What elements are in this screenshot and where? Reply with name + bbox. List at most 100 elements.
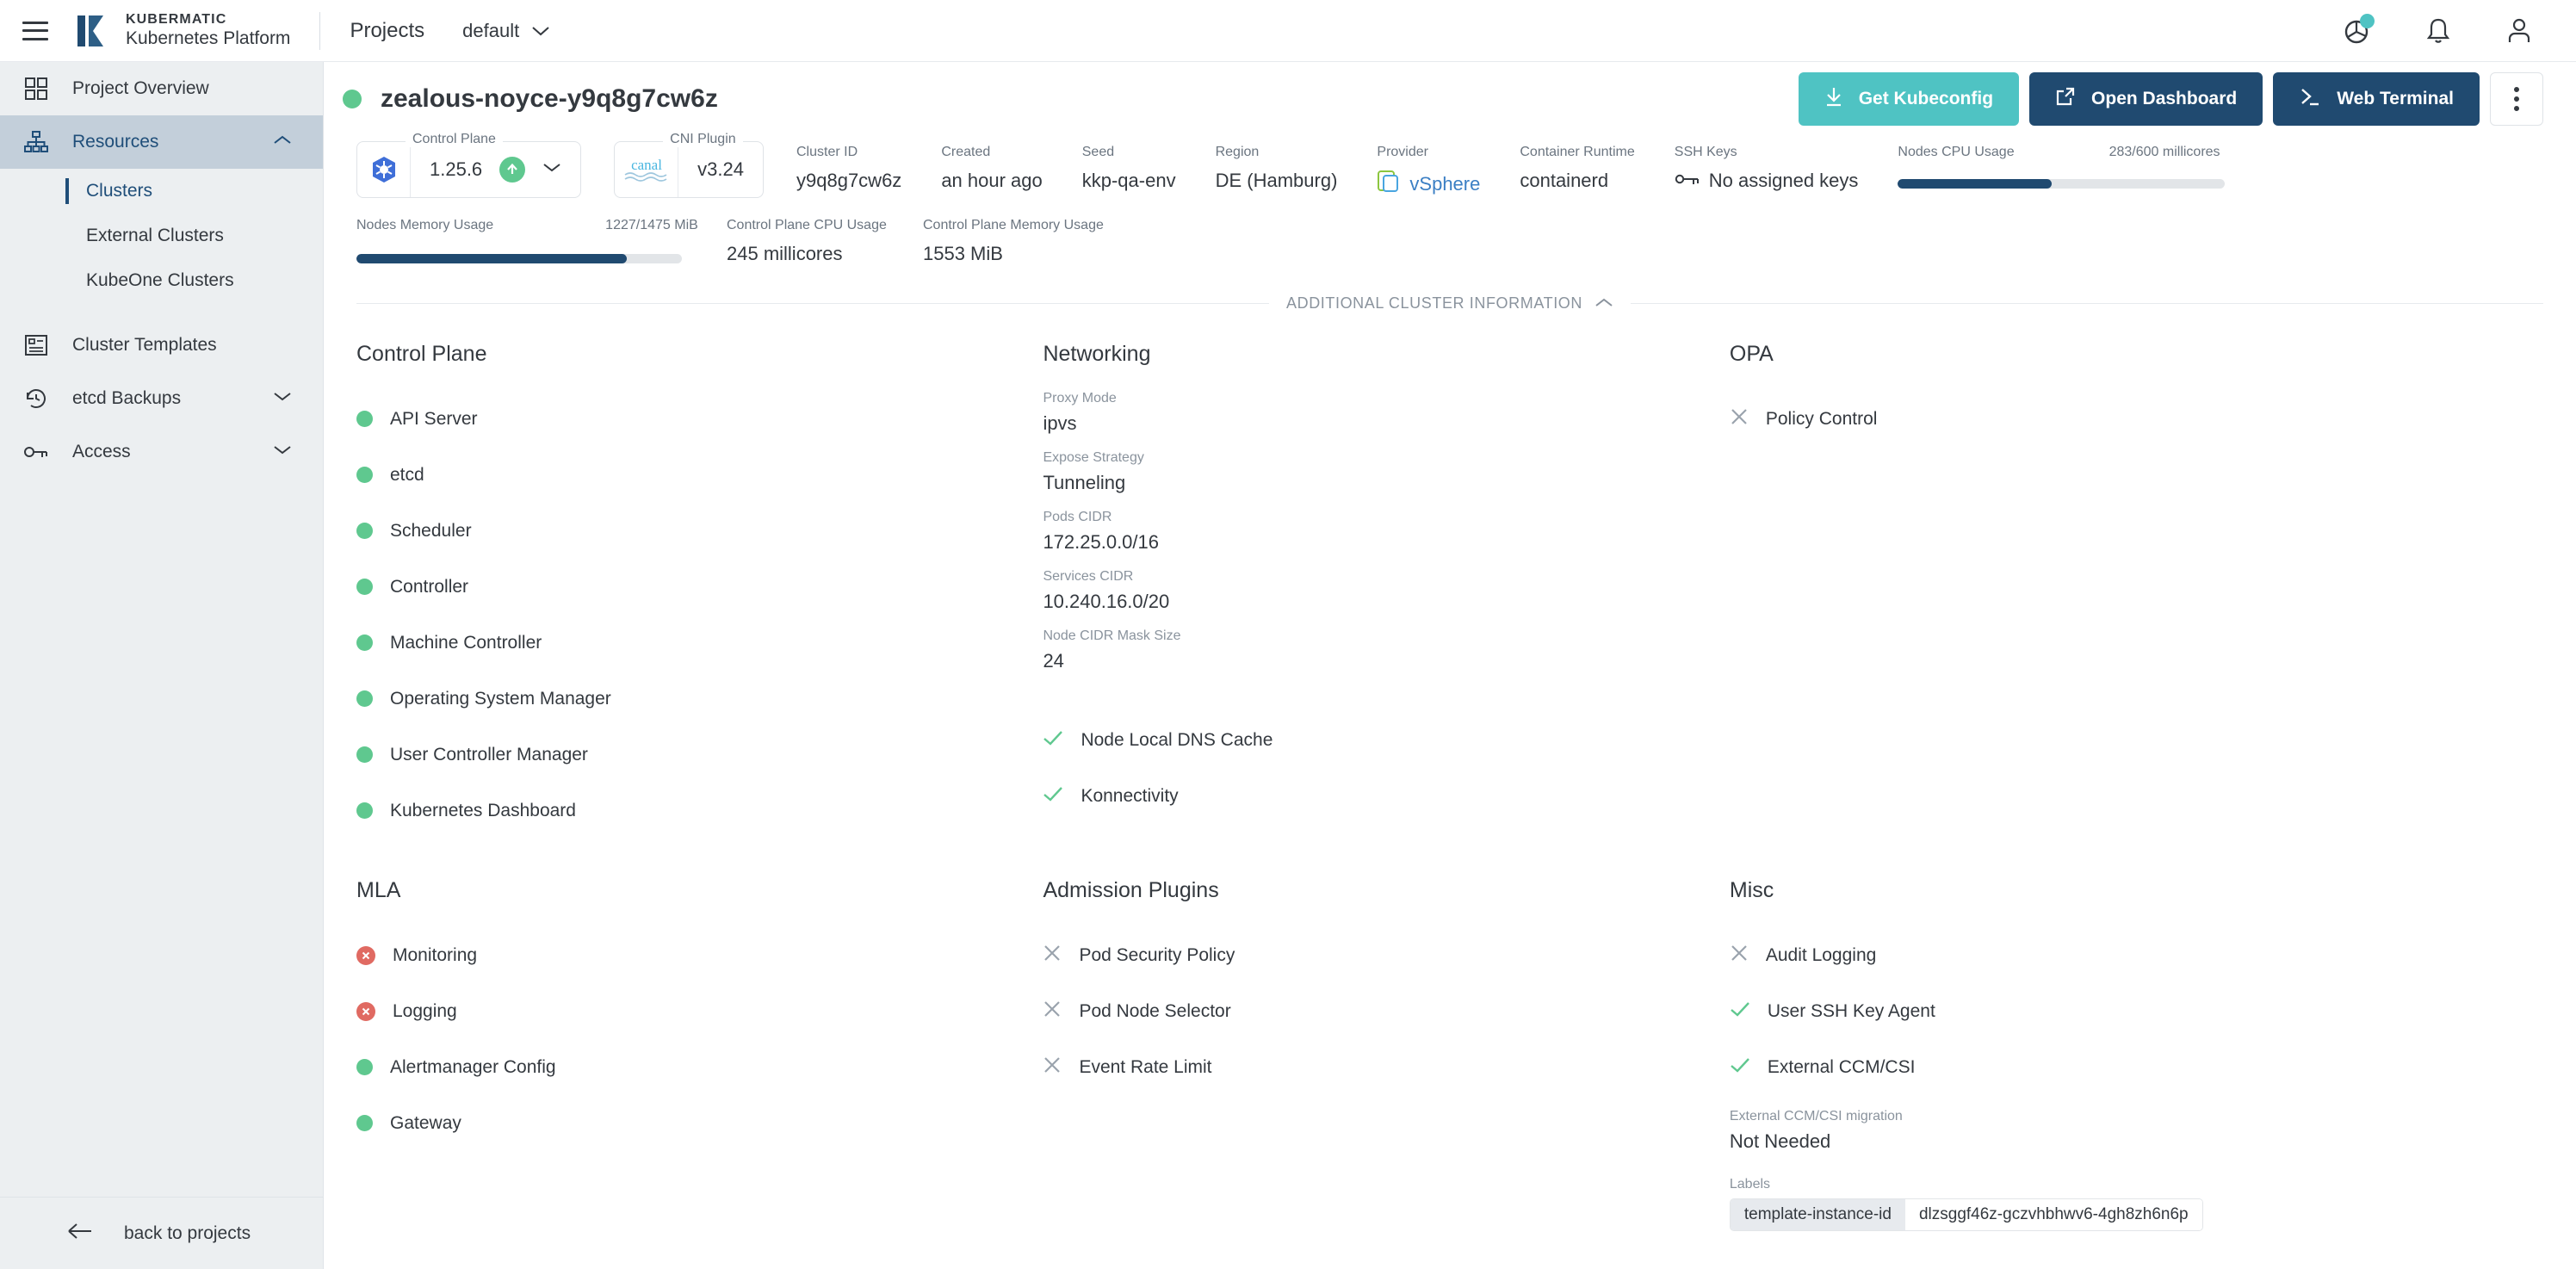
status-item: Operating System Manager (356, 671, 1043, 727)
details-grid-row-2: MLA Monitoring Logging Ale (324, 878, 2576, 1231)
meta-provider: Provider vSphere (1377, 141, 1480, 199)
status-ok-icon (356, 746, 373, 763)
header-actions: Get Kubeconfig Open Dashboard (1799, 72, 2543, 126)
back-to-projects-button[interactable]: back to projects (0, 1197, 324, 1269)
notification-badge (2360, 14, 2375, 28)
additional-cluster-information-divider: ADDITIONAL CLUSTER INFORMATION (324, 294, 2576, 313)
labels-title: Labels (1730, 1177, 2543, 1192)
field-label: Proxy Mode (1043, 391, 1729, 406)
chevron-down-icon (273, 391, 292, 406)
status-item: Pod Node Selector (1043, 983, 1729, 1039)
nodes-memory-progress-bar (356, 254, 682, 263)
status-item: User Controller Manager (356, 727, 1043, 783)
status-item: Scheduler (356, 503, 1043, 559)
sidebar-item-etcd-backups[interactable]: etcd Backups (0, 372, 323, 425)
control-plane-field[interactable]: Control Plane 1.25.6 (356, 141, 581, 198)
meta-value: y9q8g7cw6z (796, 170, 901, 192)
meta-seed: Seed kkp-qa-env (1082, 141, 1176, 192)
arrow-left-icon (67, 1223, 93, 1245)
field-value: 172.25.0.0/16 (1043, 531, 1729, 554)
provider-name[interactable]: vSphere (1409, 173, 1480, 195)
notifications-bell-icon[interactable] (2421, 14, 2455, 48)
field-value: Tunneling (1043, 472, 1729, 494)
label-chip[interactable]: template-instance-id dlzsggf46z-gczvhbhw… (1730, 1198, 2203, 1231)
usage-label: Control Plane Memory Usage (923, 218, 1104, 233)
status-ok-icon (356, 1115, 373, 1131)
sidebar-item-project-overview[interactable]: Project Overview (0, 62, 323, 115)
cluster-header: zealous-noyce-y9q8g7cw6z Get Kubeconfig (324, 62, 2576, 136)
field-label: Expose Strategy (1043, 450, 1729, 466)
networking-field-expose-strategy: Expose Strategy Tunneling (1043, 450, 1729, 494)
status-item: Policy Control (1730, 391, 2543, 447)
additional-info-label: ADDITIONAL CLUSTER INFORMATION (1286, 294, 1582, 313)
field-value: ipvs (1043, 412, 1729, 435)
web-terminal-button[interactable]: Web Terminal (2273, 72, 2480, 126)
status-ok-icon (356, 523, 373, 539)
selected-project-name: default (462, 20, 519, 42)
meta-label: Seed (1082, 145, 1176, 160)
svg-text:canal: canal (631, 157, 662, 173)
field-label: Services CIDR (1043, 569, 1729, 585)
cluster-info-row: Control Plane 1.25.6 (324, 136, 2576, 199)
external-ccm-csi-migration: External CCM/CSI migration Not Needed (1730, 1109, 2543, 1153)
brand-name-bottom: Kubernetes Platform (126, 28, 290, 50)
sidebar-item-cluster-templates[interactable]: Cluster Templates (0, 319, 323, 372)
get-kubeconfig-button[interactable]: Get Kubeconfig (1799, 72, 2019, 126)
project-selector[interactable]: default (462, 20, 550, 42)
help-globe-icon[interactable] (2340, 14, 2375, 48)
networking-field-pods-cidr: Pods CIDR 172.25.0.0/16 (1043, 510, 1729, 554)
open-dashboard-button[interactable]: Open Dashboard (2029, 72, 2263, 126)
section-title: Control Plane (356, 342, 1043, 367)
additional-info-toggle[interactable]: ADDITIONAL CLUSTER INFORMATION (1286, 294, 1613, 313)
status-item: Gateway (356, 1095, 1043, 1151)
status-item-label: Audit Logging (1766, 945, 1876, 966)
sidebar-item-resources[interactable]: Resources (0, 115, 323, 169)
meta-value: No assigned keys (1709, 170, 1859, 192)
status-item: Audit Logging (1730, 927, 2543, 983)
status-ok-icon (356, 690, 373, 707)
nodes-cpu-usage: Nodes CPU Usage 283/600 millicores (1898, 141, 2225, 189)
external-link-icon (2055, 86, 2076, 112)
divider-line-right (1631, 303, 2543, 304)
meta-label: Container Runtime (1520, 145, 1634, 160)
upgrade-available-icon[interactable] (499, 157, 525, 183)
usage-value: 245 millicores (727, 243, 923, 265)
status-item-label: Pod Security Policy (1079, 945, 1235, 966)
sidebar-item-clusters[interactable]: Clusters (0, 169, 323, 214)
top-bar: KUBERMATIC Kubernetes Platform Projects … (0, 0, 2576, 62)
sidebar-item-external-clusters[interactable]: External Clusters (0, 214, 323, 258)
status-item-label: API Server (390, 409, 478, 430)
status-item: Pod Security Policy (1043, 927, 1729, 983)
sidebar-item-kubeone-clusters[interactable]: KubeOne Clusters (0, 258, 323, 303)
sidebar-item-access[interactable]: Access (0, 425, 323, 479)
sidebar-item-label: External Clusters (86, 226, 224, 246)
menu-toggle-icon[interactable] (22, 22, 48, 40)
canal-icon: canal (615, 142, 678, 197)
terminal-icon (2299, 86, 2321, 112)
check-icon (1730, 1000, 1750, 1023)
meta-label: Created (941, 145, 1042, 160)
sidebar-item-label: Clusters (86, 181, 152, 201)
meta-created: Created an hour ago (941, 141, 1042, 192)
chevron-down-icon[interactable] (542, 162, 561, 177)
user-account-icon[interactable] (2502, 14, 2536, 48)
more-options-button[interactable] (2490, 72, 2543, 126)
status-item: Controller (356, 559, 1043, 615)
status-item: Alertmanager Config (356, 1039, 1043, 1095)
cross-icon (1043, 1000, 1062, 1024)
key-icon (1675, 170, 1700, 192)
cluster-status-dot (343, 90, 362, 108)
button-label: Web Terminal (2337, 89, 2454, 109)
back-to-projects-label: back to projects (124, 1223, 251, 1244)
kubernetes-icon (357, 142, 411, 197)
cni-plugin-legend: CNI Plugin (663, 132, 742, 147)
chevron-down-icon (531, 25, 550, 37)
status-item-label: External CCM/CSI (1768, 1057, 1916, 1078)
sidebar-item-label: Access (72, 442, 131, 462)
networking-field-services-cidr: Services CIDR 10.240.16.0/20 (1043, 569, 1729, 613)
divider-line-left (356, 303, 1269, 304)
sidebar-item-label: KubeOne Clusters (86, 270, 234, 291)
check-icon (1730, 1056, 1750, 1079)
usage-value: 1553 MiB (923, 243, 1104, 265)
main-content: zealous-noyce-y9q8g7cw6z Get Kubeconfig (324, 62, 2576, 1269)
